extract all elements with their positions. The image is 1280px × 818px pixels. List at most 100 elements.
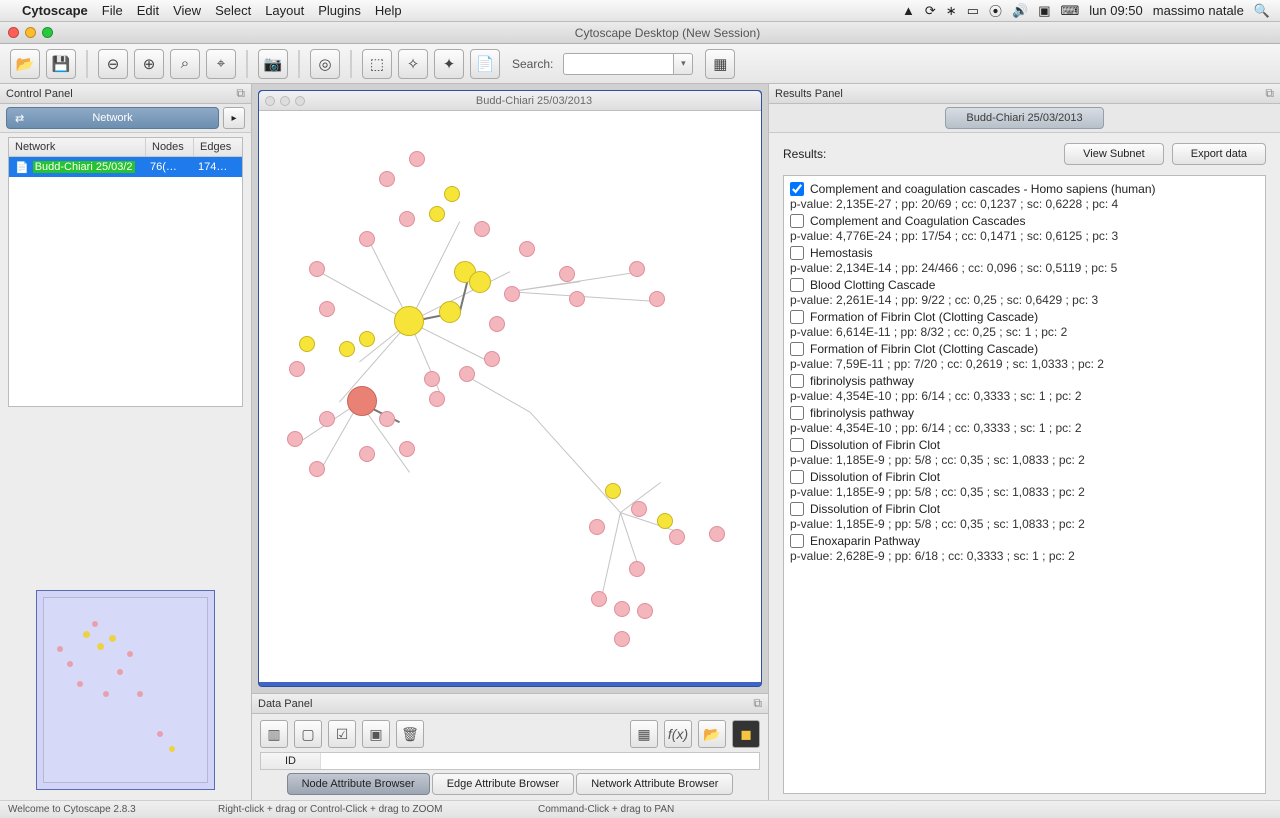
result-item[interactable]: fibrinolysis pathwayp-value: 4,354E-10 ;… xyxy=(786,404,1263,436)
result-checkbox[interactable] xyxy=(790,214,804,228)
result-item[interactable]: Dissolution of Fibrin Clotp-value: 1,185… xyxy=(786,468,1263,500)
tool-b-button[interactable]: ✧ xyxy=(398,49,428,79)
zoom-region-button[interactable]: ⌖ xyxy=(206,49,236,79)
result-item[interactable]: Complement and coagulation cascades - Ho… xyxy=(786,180,1263,212)
tab-overflow[interactable]: ▸ xyxy=(223,107,245,129)
result-checkbox[interactable] xyxy=(790,374,804,388)
result-name: Blood Clotting Cascade xyxy=(810,278,935,292)
tab-node-attr[interactable]: Node Attribute Browser xyxy=(287,773,430,795)
network-view[interactable]: Budd-Chiari 25/03/2013 xyxy=(258,90,762,687)
gdrive-icon[interactable]: ▲ xyxy=(902,3,915,18)
dp-btn-a[interactable]: ▦ xyxy=(630,720,658,748)
dp-table[interactable]: ID xyxy=(260,752,760,770)
file-icon: 📄 xyxy=(15,161,29,174)
nv-zoom-icon[interactable] xyxy=(295,96,305,106)
zoom-fit-button[interactable]: ⌕ xyxy=(170,49,200,79)
result-checkbox[interactable] xyxy=(790,310,804,324)
tab-network[interactable]: ⇄ Network xyxy=(6,107,219,129)
menu-help[interactable]: Help xyxy=(375,3,402,18)
overview-pane[interactable] xyxy=(36,590,215,790)
results-panel-title: Results Panel xyxy=(775,88,843,100)
dock-icon[interactable]: ⧉ xyxy=(1265,86,1274,101)
result-checkbox[interactable] xyxy=(790,502,804,516)
menu-layout[interactable]: Layout xyxy=(265,3,304,18)
result-checkbox[interactable] xyxy=(790,470,804,484)
result-checkbox[interactable] xyxy=(790,246,804,260)
result-item[interactable]: fibrinolysis pathwayp-value: 4,354E-10 ;… xyxy=(786,372,1263,404)
result-item[interactable]: Complement and Coagulation Cascadesp-val… xyxy=(786,212,1263,244)
search-go-button[interactable]: ▦ xyxy=(705,49,735,79)
clock[interactable]: lun 09:50 xyxy=(1089,3,1143,18)
spotlight-icon[interactable]: 🔍 xyxy=(1254,3,1270,19)
dp-btn-1[interactable]: ▥ xyxy=(260,720,288,748)
result-checkbox[interactable] xyxy=(790,342,804,356)
username[interactable]: massimo natale xyxy=(1153,3,1244,18)
results-tab[interactable]: Budd-Chiari 25/03/2013 xyxy=(945,107,1103,129)
result-item[interactable]: Enoxaparin Pathwayp-value: 2,628E-9 ; pp… xyxy=(786,532,1263,564)
dp-delete-button[interactable]: 🗑 xyxy=(396,720,424,748)
app-name[interactable]: Cytoscape xyxy=(22,3,88,18)
network-canvas[interactable] xyxy=(259,111,761,682)
inputmenu-icon[interactable]: ⌨ xyxy=(1061,3,1080,19)
dp-btn-4[interactable]: ▣ xyxy=(362,720,390,748)
vizmap-button[interactable]: ◎ xyxy=(310,49,340,79)
snapshot-button[interactable]: 📷 xyxy=(258,49,288,79)
export-data-button[interactable]: Export data xyxy=(1172,143,1266,165)
minimize-icon[interactable] xyxy=(25,27,36,38)
search-dropdown[interactable]: ▾ xyxy=(673,53,693,75)
result-checkbox[interactable] xyxy=(790,278,804,292)
battery-icon[interactable]: ▣ xyxy=(1038,3,1050,19)
result-checkbox[interactable] xyxy=(790,182,804,196)
result-stats: p-value: 7,59E-11 ; pp: 7/20 ; cc: 0,261… xyxy=(790,357,1259,371)
nv-min-icon[interactable] xyxy=(280,96,290,106)
dock-icon[interactable]: ⧉ xyxy=(753,696,762,711)
menu-edit[interactable]: Edit xyxy=(137,3,159,18)
col-edges[interactable]: Edges xyxy=(194,138,242,156)
volume-icon[interactable]: 🔊 xyxy=(1012,3,1028,19)
zoom-in-button[interactable]: ⊕ xyxy=(134,49,164,79)
tool-a-button[interactable]: ⬚ xyxy=(362,49,392,79)
result-checkbox[interactable] xyxy=(790,438,804,452)
view-subnet-button[interactable]: View Subnet xyxy=(1064,143,1164,165)
tab-network-attr[interactable]: Network Attribute Browser xyxy=(576,773,733,795)
results-label: Results: xyxy=(783,147,826,161)
dp-btn-3[interactable]: ☑ xyxy=(328,720,356,748)
menu-view[interactable]: View xyxy=(173,3,201,18)
open-button[interactable]: 📂 xyxy=(10,49,40,79)
dp-btn-fx[interactable]: f(x) xyxy=(664,720,692,748)
close-icon[interactable] xyxy=(8,27,19,38)
nv-close-icon[interactable] xyxy=(265,96,275,106)
result-checkbox[interactable] xyxy=(790,534,804,548)
wifi-icon[interactable]: ⦿ xyxy=(989,1,1002,20)
result-item[interactable]: Blood Clotting Cascadep-value: 2,261E-14… xyxy=(786,276,1263,308)
save-button[interactable]: 💾 xyxy=(46,49,76,79)
dp-btn-heat[interactable]: ◼ xyxy=(732,720,760,748)
bluetooth-icon[interactable]: ∗ xyxy=(946,3,957,19)
zoom-out-button[interactable]: ⊖ xyxy=(98,49,128,79)
display-icon[interactable]: ▭ xyxy=(967,3,979,19)
result-item[interactable]: Dissolution of Fibrin Clotp-value: 1,185… xyxy=(786,500,1263,532)
result-item[interactable]: Hemostasisp-value: 2,134E-14 ; pp: 24/46… xyxy=(786,244,1263,276)
result-item[interactable]: Dissolution of Fibrin Clotp-value: 1,185… xyxy=(786,436,1263,468)
result-checkbox[interactable] xyxy=(790,406,804,420)
network-row[interactable]: 📄 Budd-Chiari 25/03/2 76(… 174… xyxy=(9,157,242,177)
col-nodes[interactable]: Nodes xyxy=(146,138,194,156)
result-item[interactable]: Formation of Fibrin Clot (Clotting Casca… xyxy=(786,308,1263,340)
dock-icon[interactable]: ⧉ xyxy=(236,86,245,101)
tab-edge-attr[interactable]: Edge Attribute Browser xyxy=(432,773,575,795)
menu-plugins[interactable]: Plugins xyxy=(318,3,361,18)
dp-btn-2[interactable]: ▢ xyxy=(294,720,322,748)
result-item[interactable]: Formation of Fibrin Clot (Clotting Casca… xyxy=(786,340,1263,372)
menu-file[interactable]: File xyxy=(102,3,123,18)
dp-btn-open[interactable]: 📂 xyxy=(698,720,726,748)
sync-icon[interactable]: ⟳ xyxy=(925,3,936,19)
zoom-icon[interactable] xyxy=(42,27,53,38)
menu-select[interactable]: Select xyxy=(215,3,251,18)
dp-col-id[interactable]: ID xyxy=(261,753,321,769)
mac-menubar: Cytoscape File Edit View Select Layout P… xyxy=(0,0,1280,22)
results-list[interactable]: Complement and coagulation cascades - Ho… xyxy=(783,175,1266,794)
tool-d-button[interactable]: 📄 xyxy=(470,49,500,79)
tool-c-button[interactable]: ✦ xyxy=(434,49,464,79)
search-input[interactable] xyxy=(563,53,673,75)
col-network[interactable]: Network xyxy=(9,138,146,156)
